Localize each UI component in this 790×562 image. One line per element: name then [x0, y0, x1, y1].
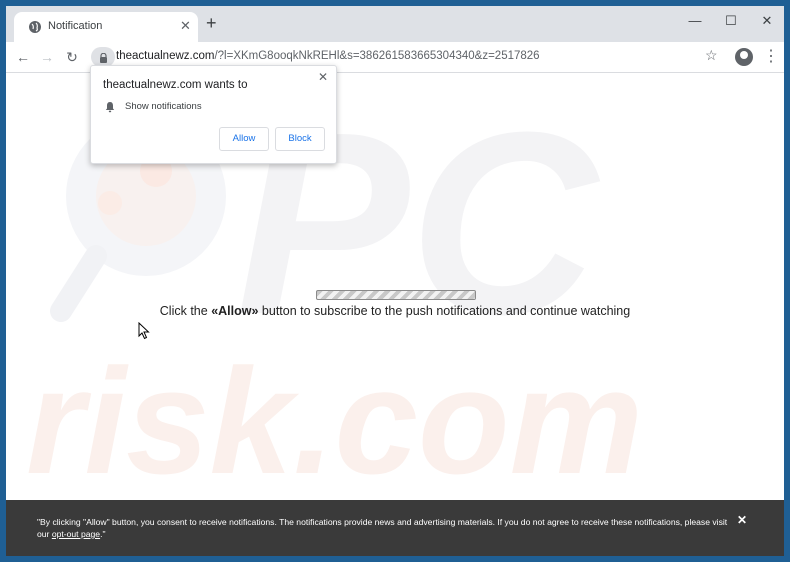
consent-banner: "By clicking "Allow" button, you consent… [6, 500, 784, 556]
tab-close-icon[interactable]: ✕ [180, 18, 191, 34]
notification-permission-prompt: theactualnewz.com wants to ✕ Show notifi… [90, 65, 337, 164]
bell-icon [105, 102, 115, 113]
reload-button[interactable]: ↻ [62, 47, 82, 67]
message-allow-strong: «Allow» [211, 304, 259, 318]
consent-text-before: "By clicking "Allow" button, you consent… [37, 517, 728, 539]
tab-strip: Notification ✕ + — ☐ ✕ [6, 6, 784, 42]
consent-text-after: ." [100, 529, 106, 539]
banner-close-icon[interactable]: ✕ [737, 513, 747, 527]
lock-icon [100, 53, 107, 63]
new-tab-button[interactable]: + [206, 14, 217, 32]
globe-icon [29, 21, 41, 33]
loading-progress-bar [316, 290, 476, 300]
mouse-cursor-icon [138, 322, 150, 340]
bookmark-star-icon[interactable]: ☆ [705, 47, 718, 64]
url-domain: theactualnewz.com [116, 50, 215, 62]
prompt-close-icon[interactable]: ✕ [318, 70, 328, 84]
back-button[interactable]: ← [13, 47, 33, 67]
chrome-menu-icon[interactable]: ⋮ [763, 47, 779, 67]
message-before: Click the [159, 304, 212, 318]
minimize-button[interactable]: — [678, 10, 712, 32]
watermark-text-risk: risk.com [26, 337, 643, 500]
maximize-button[interactable]: ☐ [714, 10, 748, 32]
consent-text: "By clicking "Allow" button, you consent… [37, 516, 737, 540]
allow-instruction-message: Click the «Allow» button to subscribe to… [6, 304, 784, 318]
tab-notification[interactable]: Notification ✕ [14, 12, 198, 42]
message-after: button to subscribe to the push notifica… [258, 304, 631, 318]
window-close-button[interactable]: ✕ [750, 10, 784, 32]
forward-button[interactable]: → [37, 47, 57, 67]
url-text: theactualnewz.com/?l=XKmG8ooqkNkREHl&s=3… [116, 50, 540, 62]
prompt-title: theactualnewz.com wants to [103, 79, 248, 91]
allow-button[interactable]: Allow [219, 127, 269, 151]
url-path: /?l=XKmG8ooqkNkREHl&s=386261583665304340… [214, 50, 540, 62]
opt-out-link[interactable]: opt-out page [52, 529, 100, 539]
tab-title: Notification [48, 20, 103, 32]
profile-avatar-icon[interactable] [735, 48, 753, 66]
block-button[interactable]: Block [275, 127, 325, 151]
browser-window: Notification ✕ + — ☐ ✕ ← → ↻ theactualne… [6, 6, 784, 556]
prompt-permission-label: Show notifications [125, 101, 202, 112]
site-info-button[interactable] [91, 47, 115, 67]
